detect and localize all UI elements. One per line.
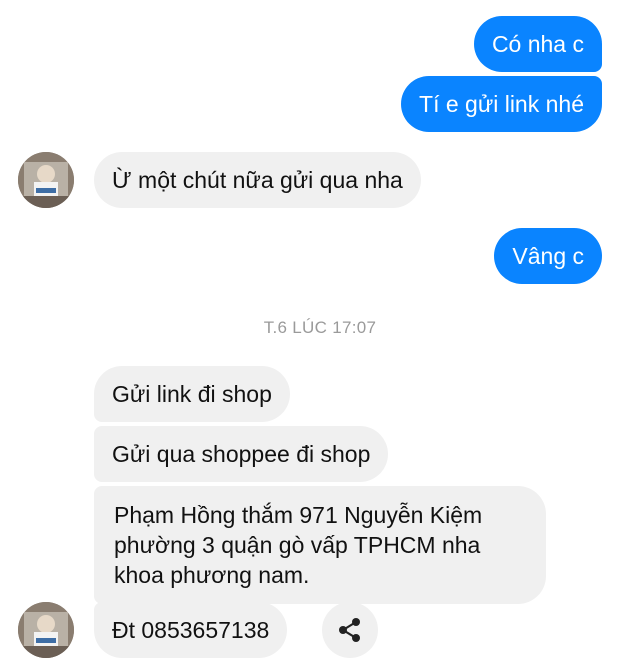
incoming-message-bubble[interactable]: Phạm Hồng thắm 971 Nguyễn Kiệm phường 3 … xyxy=(94,486,546,604)
message-text: Đt 0853657138 xyxy=(112,617,270,643)
incoming-message-bubble[interactable]: Gửi link đi shop xyxy=(94,366,290,422)
avatar[interactable] xyxy=(18,602,74,658)
outgoing-message-bubble[interactable]: Có nha c xyxy=(473,16,602,72)
outgoing-message-bubble[interactable]: Vâng c xyxy=(494,228,602,284)
message-text: Vâng c xyxy=(512,243,584,269)
message-text: Ừ một chút nữa gửi qua nha xyxy=(112,167,403,193)
incoming-message-bubble[interactable]: Gửi qua shoppee đi shop xyxy=(94,426,389,482)
share-button[interactable] xyxy=(322,602,378,658)
message-text: Gửi qua shoppee đi shop xyxy=(112,441,371,467)
avatar[interactable] xyxy=(18,152,74,208)
incoming-message-bubble[interactable]: Đt 0853657138 xyxy=(94,602,288,658)
share-icon xyxy=(339,618,360,642)
message-text: Tí e gửi link nhé xyxy=(419,91,584,117)
timestamp: T.6 LÚC 17:07 xyxy=(263,318,377,337)
message-text: Phạm Hồng thắm 971 Nguyễn Kiệm phường 3 … xyxy=(114,502,483,588)
outgoing-message-bubble[interactable]: Tí e gửi link nhé xyxy=(401,76,602,132)
incoming-message-bubble[interactable]: Ừ một chút nữa gửi qua nha xyxy=(94,152,421,208)
message-text: Gửi link đi shop xyxy=(112,381,272,407)
message-text: Có nha c xyxy=(491,31,584,57)
